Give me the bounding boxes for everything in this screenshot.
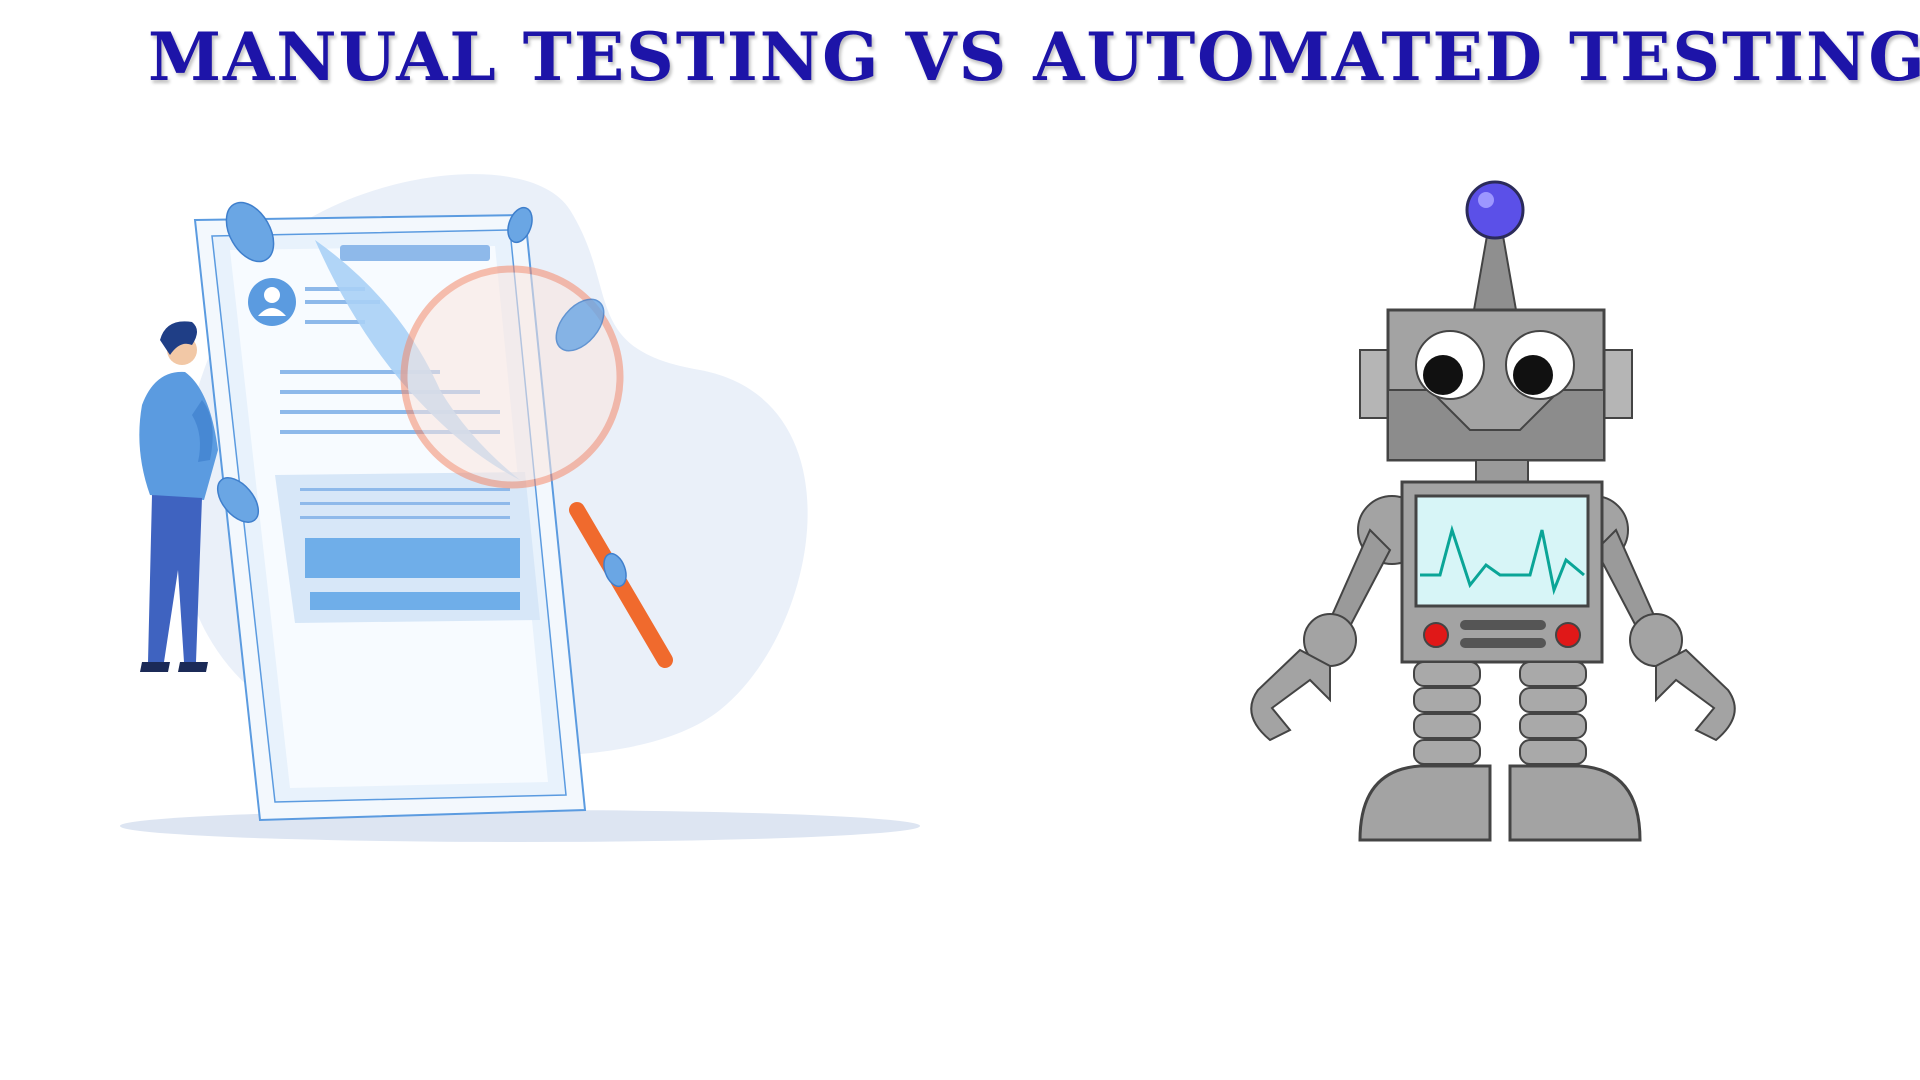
heartbeat-monitor-icon (1414, 494, 1590, 608)
robot-illustration (1180, 170, 1800, 890)
page-title: MANUAL TESTING VS AUTOMATED TESTING (148, 18, 1920, 96)
manual-tester-icon (120, 174, 920, 842)
antenna-icon (1465, 180, 1525, 311)
manual-tester-illustration (100, 150, 920, 870)
robot-icon (1250, 180, 1736, 842)
